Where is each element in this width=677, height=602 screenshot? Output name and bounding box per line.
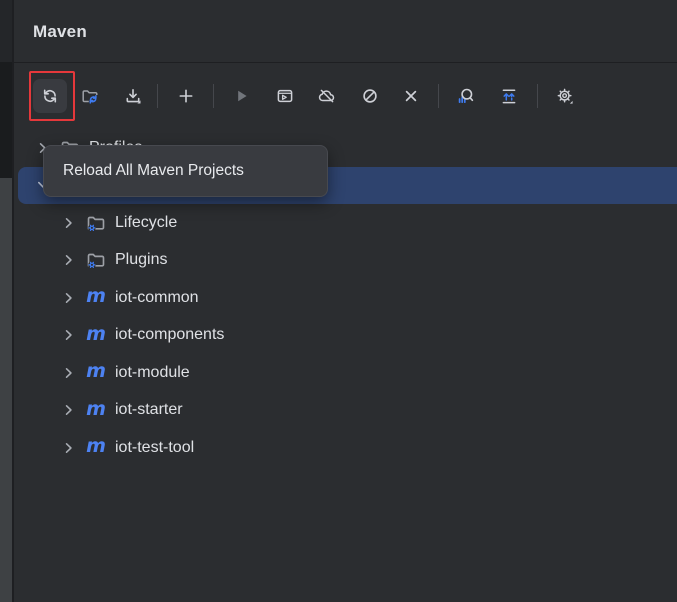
tree-row-label: Lifecycle [115, 214, 177, 232]
window-play-icon [275, 86, 295, 106]
folder-gear-icon [85, 249, 107, 271]
toggle-offline-mode-button[interactable] [310, 79, 344, 113]
add-maven-projects-button[interactable] [169, 79, 203, 113]
refresh-icon [40, 86, 60, 106]
x-icon [401, 86, 421, 106]
gear-dropdown-icon [555, 86, 575, 106]
tree-row-label: Plugins [115, 251, 167, 269]
maven-module-icon: m [85, 323, 107, 345]
collapse-all-button[interactable] [492, 79, 526, 113]
dependency-analyzer-button[interactable] [448, 79, 482, 113]
play-icon [231, 86, 251, 106]
chevron-right-icon[interactable] [61, 440, 77, 456]
download-sources-button[interactable] [116, 79, 150, 113]
tree-row-plugins[interactable]: Plugins [14, 242, 677, 280]
cloud-off-icon [317, 86, 337, 106]
tree-row-iot-components[interactable]: m iot-components [14, 317, 677, 355]
tree-row-iot-starter[interactable]: m iot-starter [14, 392, 677, 430]
chevron-right-icon[interactable] [61, 252, 77, 268]
maven-settings-button[interactable] [548, 79, 582, 113]
toolbar-separator [438, 84, 439, 108]
tree-row-label: iot-starter [115, 401, 183, 419]
maven-module-icon: m [85, 361, 107, 383]
chevron-right-icon[interactable] [61, 290, 77, 306]
left-edge-panel-mid [0, 62, 12, 178]
left-edge-panel-bottom [0, 178, 12, 602]
execute-maven-goal-button[interactable] [268, 79, 302, 113]
download-icon [123, 86, 143, 106]
left-edge-panel-top [0, 0, 12, 62]
chevron-right-icon[interactable] [61, 215, 77, 231]
maven-module-icon: m [85, 286, 107, 308]
circle-slash-icon [360, 86, 380, 106]
tree-row-label: iot-module [115, 364, 190, 382]
toolbar-separator [157, 84, 158, 108]
tree-row-label: iot-test-tool [115, 439, 194, 457]
tree-row-iot-common[interactable]: m iot-common [14, 279, 677, 317]
x-action-button[interactable] [394, 79, 428, 113]
collapse-all-icon [499, 86, 519, 106]
tree-row-iot-module[interactable]: m iot-module [14, 354, 677, 392]
chevron-right-icon[interactable] [61, 365, 77, 381]
tree-row-lifecycle[interactable]: Lifecycle [14, 204, 677, 242]
chevron-right-icon[interactable] [61, 402, 77, 418]
maven-module-icon: m [85, 398, 107, 420]
folder-sync-icon [80, 86, 100, 106]
maven-module-icon: m [85, 436, 107, 458]
folder-gear-icon [85, 212, 107, 234]
chevron-right-icon[interactable] [61, 327, 77, 343]
skip-tests-button[interactable] [353, 79, 387, 113]
maven-tool-window: Maven Profiles Lifecycle [0, 0, 677, 602]
tool-window-title: Maven [33, 22, 87, 42]
tooltip: Reload All Maven Projects [43, 145, 328, 197]
tree-row-label: iot-components [115, 326, 224, 344]
tree-row-label: iot-common [115, 289, 199, 307]
plus-icon [176, 86, 196, 106]
tree-row-iot-test-tool[interactable]: m iot-test-tool [14, 429, 677, 467]
reload-all-maven-projects-button[interactable] [33, 79, 67, 113]
toolbar-separator [537, 84, 538, 108]
run-maven-build-button[interactable] [224, 79, 258, 113]
magnifier-chart-icon [455, 86, 475, 106]
header-separator [12, 62, 677, 63]
generate-sources-button[interactable] [73, 79, 107, 113]
toolbar-separator [213, 84, 214, 108]
